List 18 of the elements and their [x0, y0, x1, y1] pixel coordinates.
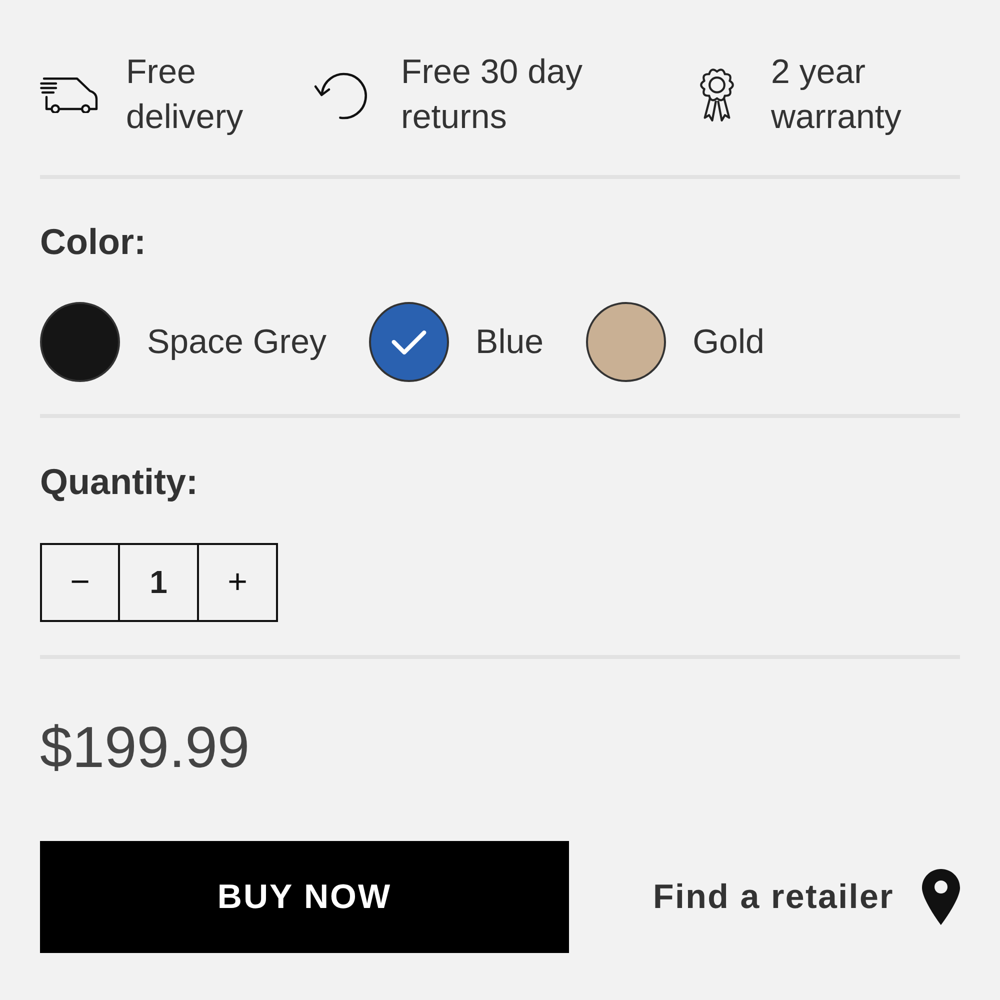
- quantity-field[interactable]: 1: [120, 543, 199, 622]
- find-retailer-link[interactable]: Find a retailer: [653, 869, 960, 925]
- award-ribbon-icon: [699, 68, 735, 122]
- quantity-heading: Quantity:: [40, 462, 199, 502]
- color-name: Blue: [476, 322, 544, 362]
- location-pin-icon: [922, 869, 960, 925]
- color-name: Gold: [692, 322, 764, 362]
- buy-now-button[interactable]: BUY NOW: [40, 841, 569, 953]
- decrement-button[interactable]: −: [40, 543, 120, 622]
- feature-label: Free 30 day returns: [401, 52, 584, 138]
- feature-label: 2 year warranty: [771, 52, 902, 138]
- color-name: Space Grey: [147, 322, 327, 362]
- feature-label: Free delivery: [126, 52, 244, 138]
- delivery-truck-icon: [40, 77, 98, 113]
- check-icon: [390, 328, 427, 356]
- increment-button[interactable]: +: [199, 543, 278, 622]
- price: $199.99: [40, 716, 251, 780]
- color-heading: Color:: [40, 222, 147, 262]
